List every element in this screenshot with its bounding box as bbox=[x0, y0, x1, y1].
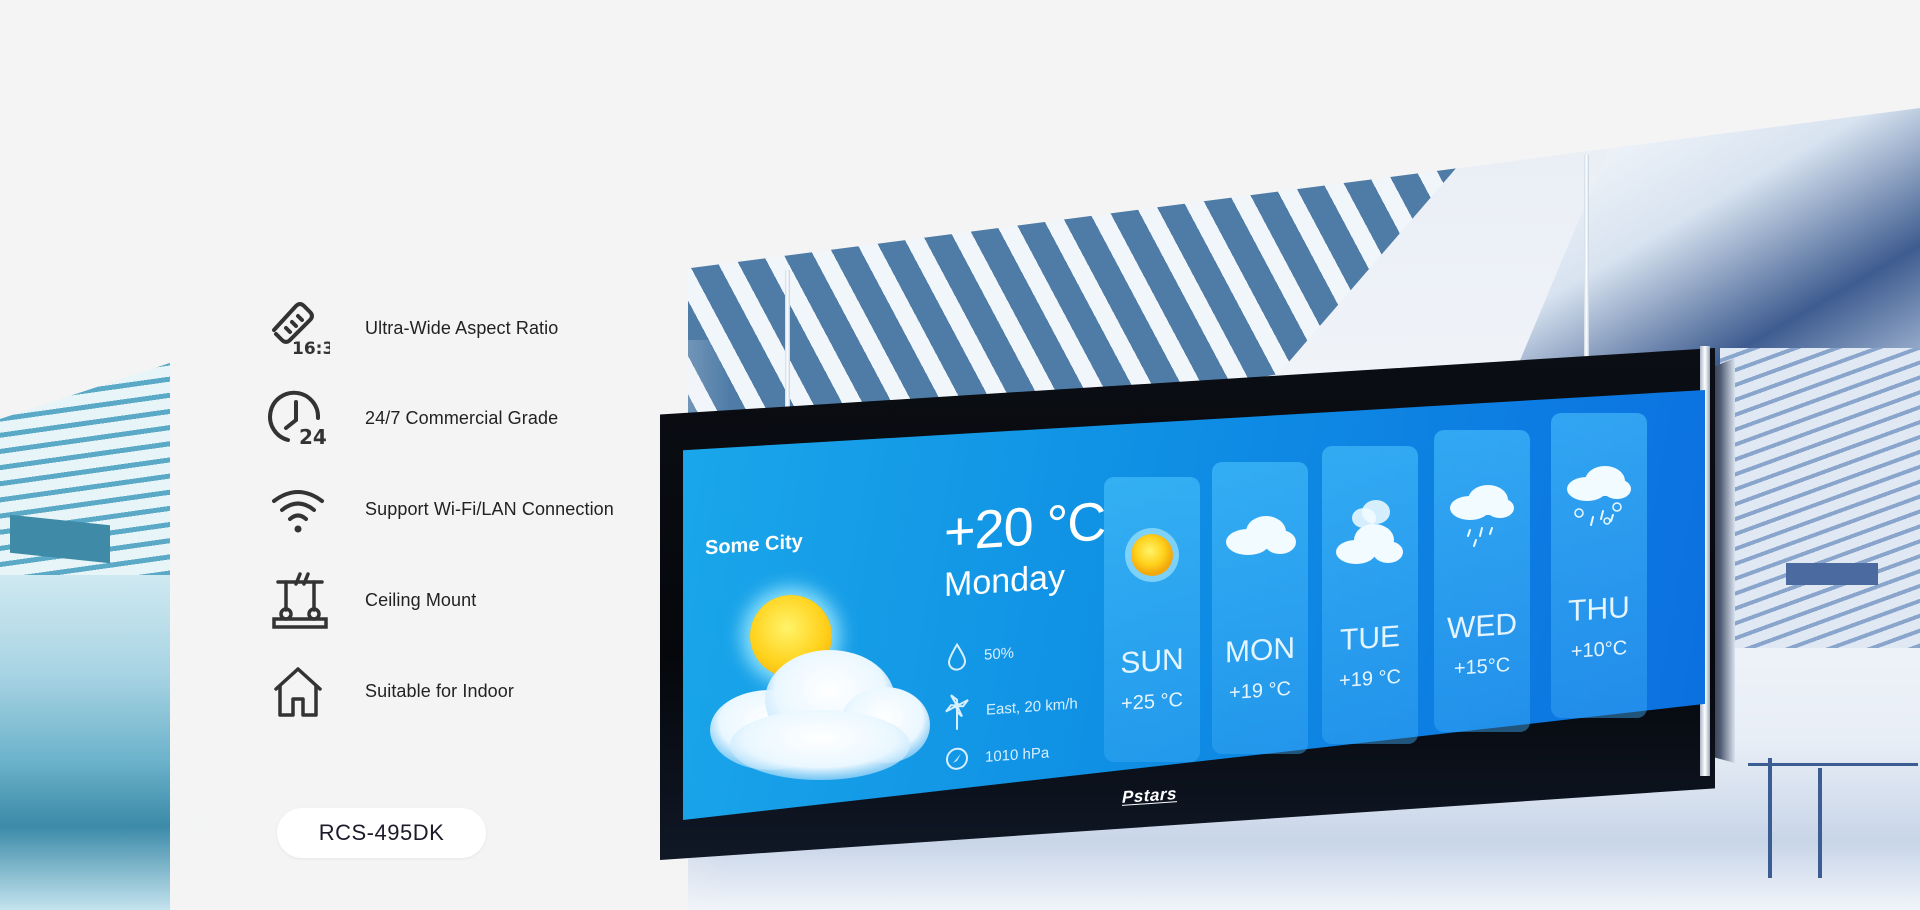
forecast-card-tue: TUE +19 °C bbox=[1322, 446, 1418, 744]
cloud-icon bbox=[1220, 510, 1300, 565]
svg-text:24: 24 bbox=[299, 425, 327, 449]
feature-item-commercial-grade: 24 24/7 Commercial Grade bbox=[266, 386, 686, 450]
background-right-slats bbox=[1720, 348, 1920, 648]
forecast-card-mon: MON +19 °C bbox=[1212, 462, 1308, 754]
feature-label: Support Wi-Fi/LAN Connection bbox=[365, 498, 614, 519]
humidity-value: 50% bbox=[984, 644, 1015, 664]
pressure-value: 1010 hPa bbox=[985, 743, 1050, 766]
wind-value: East, 20 km/h bbox=[986, 694, 1078, 719]
forecast-day-name: WED bbox=[1447, 607, 1517, 646]
model-badge: RCS-495DK bbox=[277, 808, 486, 858]
feature-item-indoor: Suitable for Indoor bbox=[266, 659, 686, 723]
forecast-day-temperature: +15°C bbox=[1453, 654, 1511, 680]
forecast-card-sun: SUN +25 °C bbox=[1104, 477, 1200, 762]
feature-label: Ceiling Mount bbox=[365, 589, 477, 610]
forecast-card-wed: WED +15°C bbox=[1434, 430, 1530, 732]
cloud-icon bbox=[710, 650, 930, 780]
feature-item-ceiling-mount: Ceiling Mount bbox=[266, 568, 686, 632]
house-icon bbox=[266, 659, 330, 723]
feature-label: 24/7 Commercial Grade bbox=[365, 407, 559, 428]
feature-label: Suitable for Indoor bbox=[365, 680, 514, 701]
feature-item-aspect-ratio: 16:3 Ultra-Wide Aspect Ratio bbox=[266, 296, 686, 360]
forecast-day-name: THU bbox=[1568, 590, 1630, 629]
feature-label: Ultra-Wide Aspect Ratio bbox=[365, 317, 559, 338]
background-hanging-sign bbox=[1786, 563, 1878, 585]
humidity-row: 50% bbox=[946, 638, 1014, 673]
clock-24-icon: 24 bbox=[266, 386, 330, 450]
forecast-day-temperature: +25 °C bbox=[1121, 688, 1183, 716]
sleet-cloud-icon bbox=[1559, 461, 1639, 546]
background-railing-post bbox=[1768, 758, 1772, 878]
aspect-ratio-ruler-icon: 16:3 bbox=[266, 296, 330, 360]
forecast-day-name: TUE bbox=[1340, 619, 1400, 658]
ceiling-mount-icon bbox=[266, 568, 330, 632]
rain-cloud-icon bbox=[1442, 478, 1522, 563]
brand-logo: Pstars bbox=[1122, 784, 1177, 807]
background-railing-bar bbox=[1748, 763, 1918, 766]
pinwheel-wind-icon bbox=[945, 694, 969, 730]
background-railing-post bbox=[1818, 768, 1822, 878]
pressure-gauge-icon bbox=[946, 747, 968, 770]
forecast-card-thu: THU +10°C bbox=[1551, 413, 1647, 718]
background-hanging-sign bbox=[10, 514, 110, 564]
forecast-day-temperature: +19 °C bbox=[1229, 677, 1291, 705]
overcast-clouds-icon bbox=[1330, 494, 1410, 579]
mount-rod-right bbox=[1584, 155, 1589, 360]
forecast-day-name: MON bbox=[1225, 631, 1295, 670]
wifi-icon bbox=[266, 477, 330, 541]
forecast-day-name: SUN bbox=[1120, 642, 1184, 681]
svg-text:16:3: 16:3 bbox=[292, 339, 330, 359]
water-drop-icon bbox=[947, 642, 967, 671]
forecast-day-temperature: +19 °C bbox=[1339, 665, 1401, 693]
current-temperature: +20 °C bbox=[944, 491, 1106, 563]
feature-item-wifi: Support Wi-Fi/LAN Connection bbox=[266, 477, 686, 541]
forecast-day-temperature: +10°C bbox=[1570, 637, 1628, 663]
sun-icon bbox=[1122, 525, 1182, 590]
